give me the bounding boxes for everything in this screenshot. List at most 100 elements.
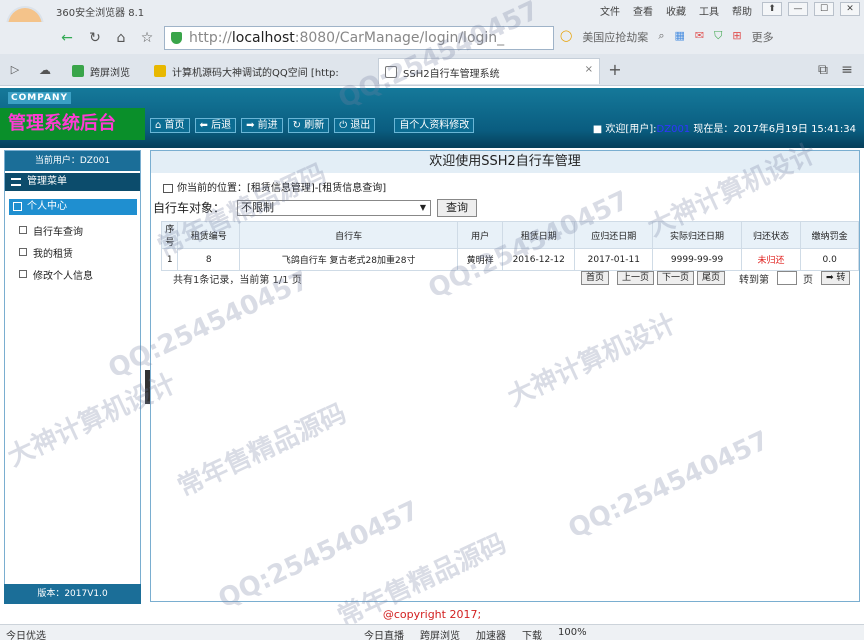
last-page-button[interactable]: 尾页 [697,271,726,285]
menu-help[interactable]: 帮助 [732,3,752,18]
star-icon[interactable]: ☆ [136,27,158,49]
back-icon[interactable]: ← [56,27,78,49]
col-rental-id: 租赁编号 [177,221,241,249]
translate-icon[interactable]: ⊞ [732,29,741,45]
cell-rental-id: 8 [177,248,241,271]
query-button[interactable]: 查询 [437,199,477,217]
tab-close-icon[interactable]: × [585,64,593,75]
cell-index: 1 [160,248,179,271]
table-row[interactable]: 1 8 飞鸽自行车 复古老式28加重28寸 黄明祥 2016-12-12 201… [160,248,859,271]
window-controls: ⬆ — ☐ ✕ [762,2,860,16]
security-shield-icon [171,32,182,44]
shield-icon[interactable]: ⛉ [714,29,722,45]
reload-icon[interactable]: ↻ [84,27,106,49]
first-page-button[interactable]: 首页 [581,271,610,285]
menu-view[interactable]: 查看 [633,3,653,18]
filter-label: 自行车对象： [153,201,226,215]
menu-file[interactable]: 文件 [600,3,620,18]
version-bar: 版本：2017V1.0 [4,584,141,604]
goto-label: 转到第 [739,275,769,286]
main-panel: 欢迎使用SSH2自行车管理 你当前的位置：[租赁信息管理]-[租赁信息查询] 自… [150,150,860,602]
toolbar-right: ◯ 美国应抢劫案 ⌕ ▦ ✉ ⛉ ⊞ 更多 [560,29,774,45]
header-nav: ⌂ 首页 ⬅ 后退 ➡ 前进 ↻ 刷新 ⏻ 退出 自个人资料修改 [150,118,475,133]
app-header: COMPANY 管理系统后台 ⌂ 首页 ⬅ 后退 ➡ 前进 ↻ 刷新 ⏻ 退出 … [0,88,864,148]
folder-icon [13,202,22,211]
col-rent-date: 租赁日期 [502,221,576,249]
apps-icon[interactable]: ▦ [674,29,684,45]
col-fine: 缴纳罚金 [800,221,859,249]
cell-rent-date: 2016-12-12 [502,248,576,271]
col-return-date: 实际归还日期 [652,221,742,249]
cell-user: 黄明祥 [457,248,504,271]
cell-status: 未归还 [740,248,802,271]
cell-fine: 0.0 [800,248,859,271]
forward-button[interactable]: ➡ 前进 [241,118,283,133]
doc-icon [19,248,27,256]
search-icon[interactable]: ⌕ [658,29,664,45]
mail-icon[interactable]: ✉ [695,29,704,45]
cell-due-date: 2017-01-11 [574,248,654,271]
col-user: 用户 [457,221,504,249]
browser-title: 360安全浏览器 8.1 [56,8,145,19]
tab-favicon-icon [385,66,397,78]
prev-page-button[interactable]: 上一页 [617,271,655,285]
menu-title: 管理菜单 [5,173,140,191]
refresh-button[interactable]: ↻ 刷新 [287,118,330,133]
tab-favicon-icon [72,65,84,77]
home-icon[interactable]: ⌂ [110,27,132,49]
chevron-down-icon: ▼ [419,203,426,212]
close-icon[interactable]: ✕ [840,2,860,16]
location-icon [163,183,173,193]
sidebar-toggle-icon[interactable]: ▷ [4,59,26,81]
browser-statusbar: 今日优选 今日直播 跨屏浏览 加速器 下载 100% [0,624,864,642]
browser-titlebar: 360安全浏览器 8.1 文件 查看 收藏 工具 帮助 ⬆ — ☐ ✕ [0,0,864,22]
sidebar-item-edit-info[interactable]: 修改个人信息 [19,267,93,282]
tab-list-icon[interactable]: ≡ [836,59,858,81]
rental-table: 序号 租赁编号 自行车 用户 租赁日期 应归还日期 实际归还日期 归还状态 缴纳… [160,221,859,271]
tab-favicon-icon [154,65,166,77]
breadcrumb: 你当前的位置：[租赁信息管理]-[租赁信息查询] [163,179,386,194]
search-suggestion[interactable]: 美国应抢劫案 [582,29,648,45]
system-title: 管理系统后台 [0,108,145,140]
edit-profile-button[interactable]: 自个人资料修改 [394,118,475,133]
sidebar: 当前用户：DZ001 管理菜单 个人中心 自行车查询 我的租赁 修改个人信息 [4,150,141,602]
cell-return-date: 9999-99-99 [652,248,742,271]
maximize-icon[interactable]: ☐ [814,2,834,16]
tab-cross-screen[interactable]: 跨屏浏览 [66,58,144,84]
sidebar-item-my-rentals[interactable]: 我的租赁 [19,245,73,260]
pager-summary: 共有1条记录，当前第 1/1 页 [173,275,302,286]
tab-bar: ▷ ☁ 跨屏浏览 计算机源码大神调试的QQ空间 [http: SSH2自行车管理… [0,54,864,86]
sidebar-item-bike-query[interactable]: 自行车查询 [19,223,83,238]
sidebar-group-personal[interactable]: 个人中心 [9,199,137,215]
more-button[interactable]: 更多 [752,29,774,45]
cell-bike: 飞鸽自行车 复古老式28加重28寸 [239,248,459,271]
logout-button[interactable]: ⏻ 退出 [334,118,376,133]
search-engine-icon[interactable]: ◯ [560,29,572,45]
go-button[interactable]: ➡ 转 [821,271,851,285]
new-tab-icon[interactable]: + [604,59,626,81]
col-due-date: 应归还日期 [574,221,654,249]
tab-qq-space[interactable]: 计算机源码大神调试的QQ空间 [http: [148,58,374,84]
home-button[interactable]: ⌂ 首页 [150,118,190,133]
col-bike: 自行车 [239,221,459,249]
menu-tools[interactable]: 工具 [699,3,719,18]
bike-filter-select[interactable]: 不限制 ▼ [237,200,431,216]
cloud-icon[interactable]: ☁ [34,59,56,81]
welcome-text: ■ 欢迎[用户]:DZ001 现在是：2017年6月19日 15:41:34 [592,124,856,135]
back-button[interactable]: ⬅ 后退 [194,118,237,133]
page-number-input[interactable] [777,271,797,285]
table-header-row: 序号 租赁编号 自行车 用户 租赁日期 应归还日期 实际归还日期 归还状态 缴纳… [160,221,859,249]
next-page-button[interactable]: 下一页 [657,271,695,285]
copyright-footer: @copyright 2017; [382,608,482,621]
pin-icon[interactable]: ⬆ [762,2,782,16]
tab-ssh2-bike[interactable]: SSH2自行车管理系统 × [378,58,600,84]
browser-toolbar: ← ↻ ⌂ ☆ http://localhost:8080/CarManage/… [0,22,864,54]
menu-favorites[interactable]: 收藏 [666,3,686,18]
minimize-icon[interactable]: — [788,2,808,16]
col-status: 归还状态 [740,221,802,249]
restore-tabs-icon[interactable]: ⧉ [812,59,834,81]
menu-icon [11,178,21,186]
doc-icon [19,270,27,278]
address-bar[interactable]: http://localhost:8080/CarManage/login/lo… [164,26,554,50]
col-index: 序号 [160,221,179,249]
